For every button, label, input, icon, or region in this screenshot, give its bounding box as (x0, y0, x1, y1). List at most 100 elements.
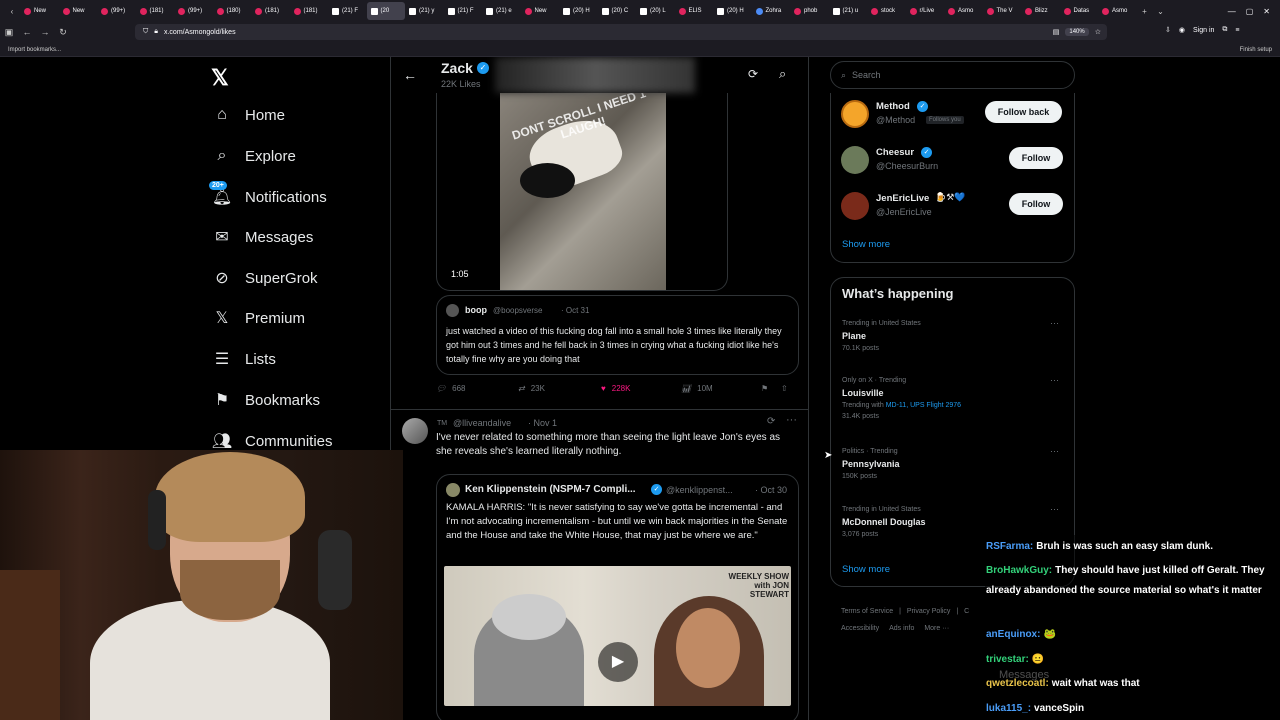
more-icon[interactable]: ··· (1050, 318, 1059, 328)
browser-tab[interactable]: (181) (290, 2, 329, 20)
nav-communities[interactable]: 👥︎ Communities (212, 432, 333, 451)
browser-tab[interactable]: New (59, 2, 98, 20)
nav-explore[interactable]: ⌕ Explore (213, 147, 296, 165)
more-icon[interactable]: ··· (1050, 375, 1059, 385)
browser-tab[interactable]: (99+) (97, 2, 136, 20)
browser-tab[interactable]: Datas (1060, 2, 1099, 20)
finish-setup-link[interactable]: Finish setup (1240, 47, 1272, 53)
search-input[interactable]: ⌕ Search (830, 61, 1075, 89)
browser-tab[interactable]: Asmo (1098, 2, 1137, 20)
nav-premium[interactable]: 𝕏 Premium (213, 309, 305, 328)
browser-tab[interactable]: The V (983, 2, 1022, 20)
nav-notifications[interactable]: 🔔︎ 20+ Notifications (209, 181, 327, 206)
footer-ads-link[interactable]: Ads info (889, 625, 914, 632)
trend-item[interactable]: Trending in United States Plane 70.1K po… (842, 318, 1067, 352)
zoom-level[interactable]: 140% (1065, 28, 1089, 36)
footer-privacy-link[interactable]: Privacy Policy (907, 608, 951, 615)
new-tab-icon[interactable]: + (1137, 2, 1153, 20)
browser-tab[interactable]: (21) e (482, 2, 521, 20)
nav-home[interactable]: ⌂ Home (213, 106, 285, 124)
browser-tab[interactable]: (21) F (328, 2, 367, 20)
browser-tab[interactable]: (20 (366, 2, 405, 20)
trending-with-links[interactable]: MD-11, UPS Flight 2976 (886, 402, 961, 409)
reload-icon[interactable]: ↻ (54, 27, 72, 38)
nav-lists[interactable]: ☰ Lists (213, 350, 276, 369)
nav-messages[interactable]: ✉ Messages (213, 228, 313, 247)
browser-tab[interactable]: Zohra (752, 2, 791, 20)
quoted-post[interactable]: boop @boopsverse · Oct 31 just watched a… (436, 295, 799, 375)
star-icon[interactable]: ☆ (1095, 28, 1107, 36)
show-more-link[interactable]: Show more (842, 239, 890, 250)
like-button[interactable]: ♥ 228K (601, 384, 681, 393)
browser-tab[interactable]: New (20, 2, 59, 20)
search-profile-icon[interactable]: ⌕ (779, 66, 786, 82)
more-icon[interactable]: ··· (1050, 446, 1059, 456)
play-icon[interactable]: ▶ (598, 642, 638, 682)
browser-tab[interactable]: Asmo (944, 2, 983, 20)
browser-tab[interactable]: (20) H (559, 2, 598, 20)
more-icon[interactable]: ··· (786, 414, 797, 426)
browser-tab[interactable]: Blizz (1021, 2, 1060, 20)
download-icon[interactable]: ⇩ (1165, 26, 1171, 34)
follow-row-method[interactable]: Method ✓ @Method Follows you Follow back (841, 99, 1066, 131)
bookmark-button[interactable]: ⚑ (761, 384, 781, 393)
reply-button[interactable]: 💬︎ 668 (436, 384, 518, 393)
browser-tab[interactable]: (181) (136, 2, 175, 20)
follow-back-button[interactable]: Follow back (985, 101, 1062, 123)
browser-tab[interactable]: (181) (251, 2, 290, 20)
footer-cookie-link[interactable]: C (964, 608, 969, 615)
browser-tab[interactable]: phob (790, 2, 829, 20)
browser-tab[interactable]: (20) H (713, 2, 752, 20)
browser-tab[interactable]: (20) C (598, 2, 637, 20)
reader-icon[interactable]: ▤ (1053, 28, 1060, 36)
nav-bookmarks[interactable]: ⚑ Bookmarks (213, 391, 320, 410)
trend-item[interactable]: Trending in United States McDonnell Doug… (842, 504, 1067, 538)
extensions-icon[interactable]: ⧉ (1222, 26, 1227, 34)
browser-tab[interactable]: stock (867, 2, 906, 20)
forward-icon[interactable]: → (36, 27, 54, 37)
tab-list-icon[interactable]: ⌄ (1153, 2, 1169, 20)
nav-supergrok[interactable]: ⊘ SuperGrok (213, 269, 317, 288)
footer-accessibility-link[interactable]: Accessibility (841, 625, 879, 632)
sidebar-toggle-icon[interactable]: ▣ (0, 27, 18, 38)
follow-row-cheesur[interactable]: Cheesur ✓ @CheesurBurn Follow (841, 145, 1066, 177)
browser-tab[interactable]: New (521, 2, 560, 20)
browser-tab[interactable]: r/Live (906, 2, 945, 20)
show-more-link[interactable]: Show more (842, 564, 890, 575)
grok-icon[interactable]: ⟳ (767, 416, 775, 427)
browser-tab[interactable]: (21) y (405, 2, 444, 20)
x-logo-icon[interactable]: 𝕏 (211, 65, 229, 91)
post[interactable]: TM @lliveandalive · Nov 1 ⟳ ··· I've nev… (391, 409, 808, 720)
repost-button[interactable]: ⇄ 23K (518, 384, 601, 393)
grok-refresh-icon[interactable]: ⟳ (748, 67, 758, 81)
url-bar[interactable]: ⛉ 🔒︎ x.com/Asmongold/likes ▤ 140% ☆ (135, 24, 1107, 40)
follow-button[interactable]: Follow (1009, 147, 1063, 169)
footer-more-link[interactable]: More ··· (924, 625, 949, 632)
close-window-icon[interactable]: ✕ (1263, 7, 1270, 16)
browser-tab[interactable]: (21) F (444, 2, 483, 20)
back-icon[interactable]: ← (18, 27, 36, 37)
views-button[interactable]: 📊︎ 10M (681, 384, 761, 393)
more-icon[interactable]: ··· (1050, 504, 1059, 514)
follow-button[interactable]: Follow (1009, 193, 1063, 215)
maximize-icon[interactable]: ▢ (1246, 7, 1254, 16)
minimize-icon[interactable]: — (1228, 7, 1236, 16)
trend-item[interactable]: Only on X · Trending Louisville Trending… (842, 375, 1067, 420)
menu-icon[interactable]: ≡ (1235, 27, 1239, 34)
account-icon[interactable]: ◉ (1179, 26, 1185, 34)
browser-tab[interactable]: (20) L (636, 2, 675, 20)
import-bookmarks-link[interactable]: Import bookmarks... (8, 47, 61, 53)
follow-row-jenericlive[interactable]: JenEricLive 🍺⚒💙 @JenEricLive Follow (841, 191, 1066, 223)
browser-tab[interactable]: (180) (213, 2, 252, 20)
browser-tab[interactable]: (99+) (174, 2, 213, 20)
footer-terms-link[interactable]: Terms of Service (841, 608, 893, 615)
video-media[interactable]: DONT SCROLL I NEED 1 LAUGH! 1:05 (436, 93, 728, 291)
quoted-post[interactable]: Ken Klippenstein (NSPM-7 Compli... ✓ @ke… (436, 474, 799, 720)
browser-tab[interactable]: ELIS (675, 2, 714, 20)
trend-item[interactable]: Politics · Trending Pennsylvania 150K po… (842, 446, 1067, 480)
share-button[interactable]: ⇧ (781, 384, 788, 393)
video-thumbnail[interactable]: WEEKLY SHOW with JON STEWART ▶ (444, 566, 791, 706)
browser-tab[interactable]: (21) u (829, 2, 868, 20)
sign-in-link[interactable]: Sign in (1193, 27, 1214, 34)
tab-scroll-left-icon[interactable]: ‹ (4, 2, 20, 20)
